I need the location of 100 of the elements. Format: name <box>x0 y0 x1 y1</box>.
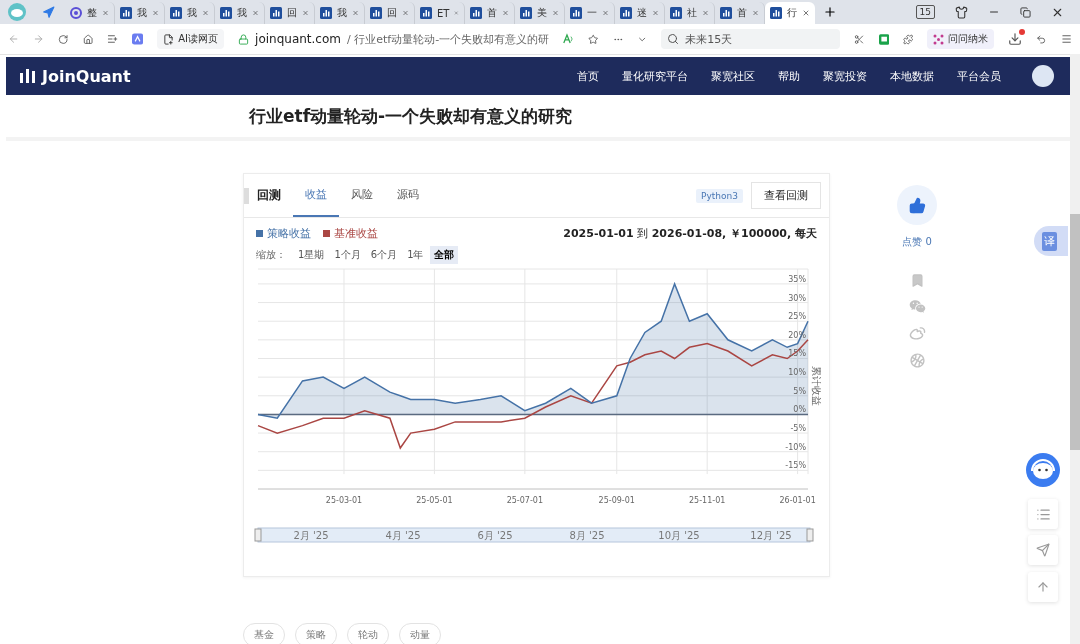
tab-count[interactable]: 15 <box>915 5 935 19</box>
nav-link[interactable]: 聚宽社区 <box>711 68 755 84</box>
backtest-tab[interactable]: 收益 <box>293 174 339 217</box>
bookmark-icon[interactable] <box>909 273 925 288</box>
document-icon <box>163 33 175 45</box>
arrow-up-icon <box>1036 580 1050 594</box>
swirl-icon <box>70 7 82 19</box>
browser-tab[interactable]: 行 <box>765 2 815 24</box>
nav-link[interactable]: 本地数据 <box>890 68 934 84</box>
home-icon[interactable] <box>82 32 93 46</box>
legend-item[interactable]: 基准收益 <box>323 226 378 241</box>
forward-icon[interactable] <box>33 32 45 46</box>
zoom-option[interactable]: 1年 <box>403 246 428 264</box>
language-badge: Python3 <box>696 188 743 203</box>
navigator-handle[interactable] <box>806 528 814 542</box>
robot-button[interactable] <box>1026 453 1060 487</box>
x-tick-label: 25-09-01 <box>598 496 635 505</box>
bar-chart-icon <box>570 7 582 19</box>
ai-reader-button[interactable]: AI读网页 <box>157 29 225 49</box>
bar-chart-icon <box>720 7 732 19</box>
bar-chart-icon <box>120 7 132 19</box>
new-tab-icon[interactable] <box>823 5 837 19</box>
y-tick-label: 5% <box>793 386 806 396</box>
card-heading: 回测 <box>257 187 281 204</box>
bars-logo-icon <box>20 69 36 83</box>
bar-chart-icon <box>620 7 632 19</box>
lock-icon <box>238 33 250 45</box>
scissors-icon[interactable] <box>854 32 865 46</box>
y-tick-label: 30% <box>788 293 806 303</box>
assistant-button[interactable]: 问问纳米 <box>927 29 995 49</box>
y-tick-label: 10% <box>788 368 806 378</box>
back-icon[interactable] <box>8 32 20 46</box>
avatar[interactable] <box>1032 65 1054 87</box>
scrollbar-thumb[interactable] <box>1070 214 1080 450</box>
accent-bar <box>244 187 249 204</box>
search-field[interactable]: 未来15天 <box>661 29 841 49</box>
x-tick-label: 25-03-01 <box>325 496 363 505</box>
dots-icon <box>933 33 945 45</box>
send-icon <box>1036 543 1050 557</box>
send-icon[interactable] <box>42 5 55 19</box>
bar-chart-icon <box>770 7 782 19</box>
url-path[interactable]: / 行业etf动量轮动-一个失败却有意义的研 <box>347 31 550 47</box>
x-tick-label: 25-07-01 <box>506 496 543 505</box>
x-tick-label: 25-05-01 <box>416 496 453 505</box>
zoom-label: 缩放： <box>256 248 286 262</box>
bar-chart-icon <box>520 7 532 19</box>
navigator-track[interactable] <box>257 527 811 543</box>
bar-chart-icon <box>270 7 282 19</box>
send-button[interactable] <box>1028 535 1058 565</box>
axis-title: 累计收益 <box>811 366 821 407</box>
backtest-tab[interactable]: 源码 <box>385 174 431 217</box>
scroll-top-button[interactable] <box>1028 572 1058 602</box>
navigator-label: 12月 '25 <box>750 530 792 541</box>
star-icon[interactable] <box>588 32 599 46</box>
x-tick-label: 26-01-01 <box>779 496 816 505</box>
list-button[interactable] <box>1028 499 1058 529</box>
zoom-option[interactable]: 1个月 <box>330 246 365 264</box>
navigator-label: 4月 '25 <box>385 530 421 541</box>
read-aloud-icon[interactable] <box>563 33 575 45</box>
puzzle-icon[interactable] <box>903 32 914 46</box>
y-tick-label: -10% <box>785 442 806 452</box>
favorites-icon[interactable] <box>106 32 119 46</box>
bar-chart-icon <box>420 7 432 19</box>
like-count: 点赞 0 <box>902 235 932 249</box>
nav-link[interactable]: 帮助 <box>778 68 800 84</box>
article-title: 行业etf动量轮动-一个失败却有意义的研究 <box>249 104 573 128</box>
chat-square-icon[interactable] <box>878 32 890 46</box>
nav-link[interactable]: 首页 <box>577 68 599 84</box>
chat-bubbles-icon[interactable] <box>908 298 926 315</box>
zoom-option[interactable]: 6个月 <box>366 246 402 264</box>
download-icon[interactable] <box>1008 32 1023 46</box>
zoom-option[interactable]: 1星期 <box>294 246 329 264</box>
zoom-option[interactable]: 全部 <box>429 246 458 264</box>
close-icon[interactable] <box>802 8 810 18</box>
y-tick-label: 25% <box>788 312 806 322</box>
like-button[interactable] <box>897 185 937 225</box>
reload-icon[interactable] <box>58 32 69 46</box>
legend-item[interactable]: 策略收益 <box>256 226 311 241</box>
navigator-label: 8月 '25 <box>569 530 605 541</box>
bar-chart-icon <box>370 7 382 19</box>
y-tick-label: 0% <box>793 405 806 415</box>
bar-chart-icon <box>320 7 332 19</box>
nav-link[interactable]: 聚宽投资 <box>823 68 867 84</box>
shirt-icon[interactable] <box>955 5 968 19</box>
nav-link[interactable]: 量化研究平台 <box>622 68 688 84</box>
navigator-label: 10月 '25 <box>658 530 700 541</box>
backtest-summary: 2025-01-01 到 2026-01-08, ￥100000, 每天 <box>563 226 817 241</box>
url-host[interactable]: joinquant.com <box>255 32 341 46</box>
navigator-handle[interactable] <box>254 528 262 542</box>
y-tick-label: -15% <box>785 461 806 471</box>
logo-text[interactable]: JoinQuant <box>42 66 131 86</box>
bar-chart-icon <box>670 7 682 19</box>
nav-link[interactable]: 平台会员 <box>957 68 1001 84</box>
restore-icon[interactable] <box>1020 6 1031 18</box>
profile-icon[interactable] <box>6 2 28 22</box>
bar-chart-icon <box>170 7 182 19</box>
view-backtest-button[interactable]: 查看回测 <box>751 182 821 209</box>
backtest-tab[interactable]: 风险 <box>339 174 385 217</box>
menu-icon[interactable] <box>1060 32 1072 46</box>
bar-chart-icon <box>470 7 482 19</box>
